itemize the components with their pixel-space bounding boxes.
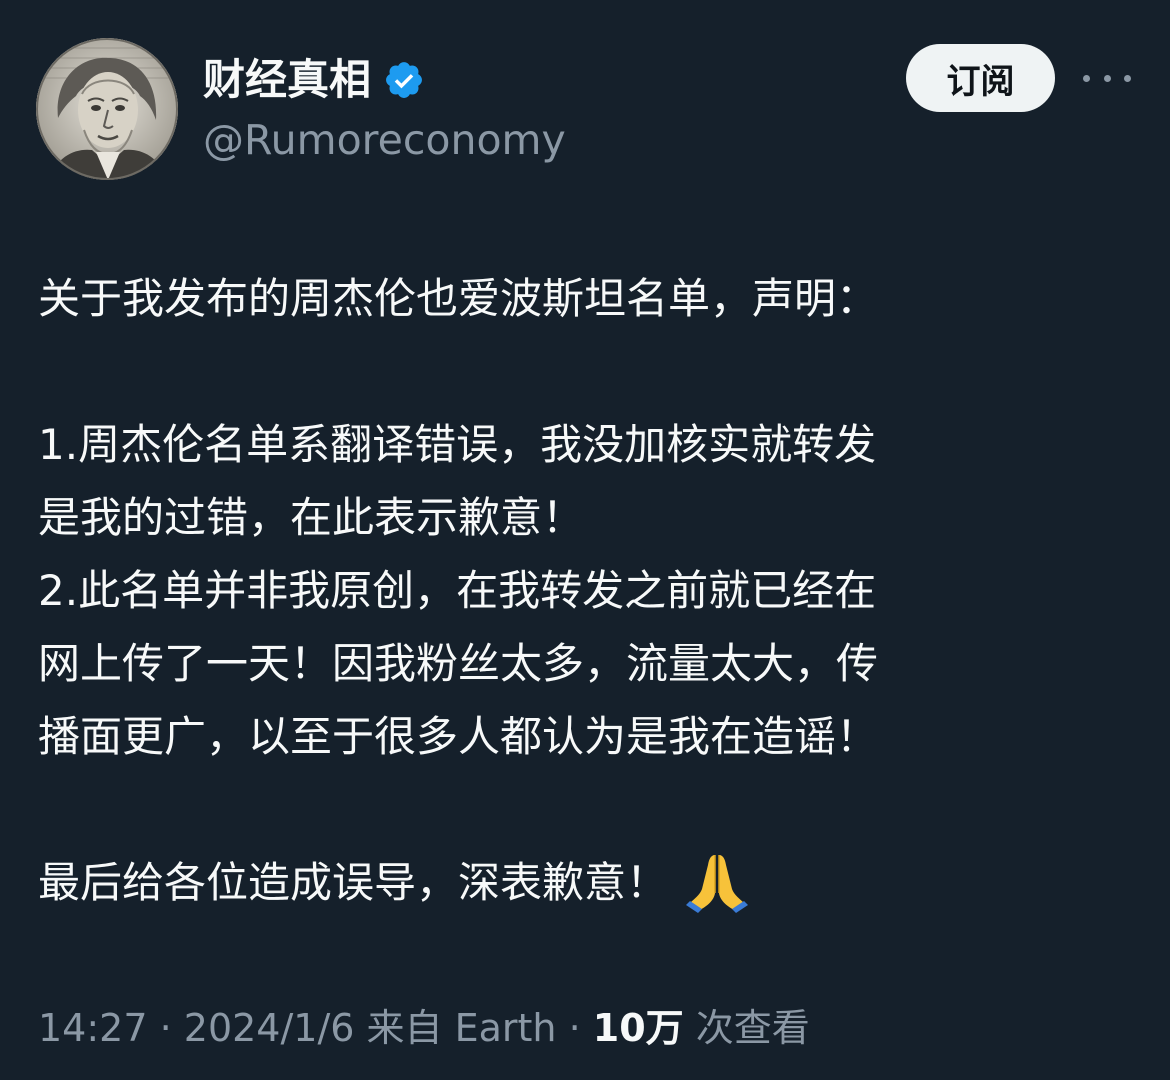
more-dot	[1103, 74, 1111, 82]
tweet-date[interactable]: 2024/1/6	[184, 1006, 355, 1050]
tweet-time[interactable]: 14:27	[38, 1006, 148, 1050]
tweet-last-line: 最后给各位造成误导，深表歉意！	[38, 846, 1128, 919]
tweet-line-text: 最后给各位造成误导，深表歉意！	[38, 858, 669, 907]
tweet-line: 2.此名单并非我原创，在我转发之前就已经在	[38, 566, 877, 615]
views-count[interactable]: 10万	[593, 1006, 684, 1050]
subscribe-button[interactable]: 订阅	[906, 44, 1055, 112]
tweet-line: 关于我发布的周杰伦也爱波斯坦名单，声明：	[38, 274, 879, 323]
author-handle[interactable]: @Rumoreconomy	[203, 112, 566, 168]
meta-separator: ·	[556, 1006, 593, 1050]
meta-separator: ·	[147, 1006, 184, 1050]
more-dot	[1124, 74, 1131, 82]
tweet-line: 1.周杰伦名单系翻译错误，我没加核实就转发	[38, 420, 877, 469]
author-display-name[interactable]: 财经真相	[203, 52, 371, 108]
author-name-row[interactable]: 财经真相	[203, 52, 425, 108]
tweet-meta: 14:27 · 2024/1/6 来自 Earth · 10万 次查看	[38, 998, 810, 1058]
more-dot	[1083, 74, 1090, 82]
tweet-header: 财经真相 @Rumoreconomy 订阅	[0, 0, 1170, 200]
more-options-icon[interactable]	[1083, 60, 1131, 96]
verified-badge-icon	[383, 59, 425, 101]
views-label: 次查看	[695, 1006, 810, 1050]
tweet-line: 网上传了一天！因我粉丝太多，流量太大，传	[38, 639, 879, 688]
portrait-avatar-image	[36, 38, 178, 180]
tweet-line: 是我的过错，在此表示歉意！	[38, 493, 585, 542]
tweet-source: 来自 Earth	[366, 1006, 557, 1050]
avatar[interactable]	[36, 38, 178, 180]
tweet-line: 播面更广，以至于很多人都认为是我在造谣！	[38, 712, 879, 761]
tweet-text: 关于我发布的周杰伦也爱波斯坦名单，声明： 1.周杰伦名单系翻译错误，我没加核实就…	[38, 262, 1128, 919]
folded-hands-emoji-icon	[684, 849, 750, 915]
